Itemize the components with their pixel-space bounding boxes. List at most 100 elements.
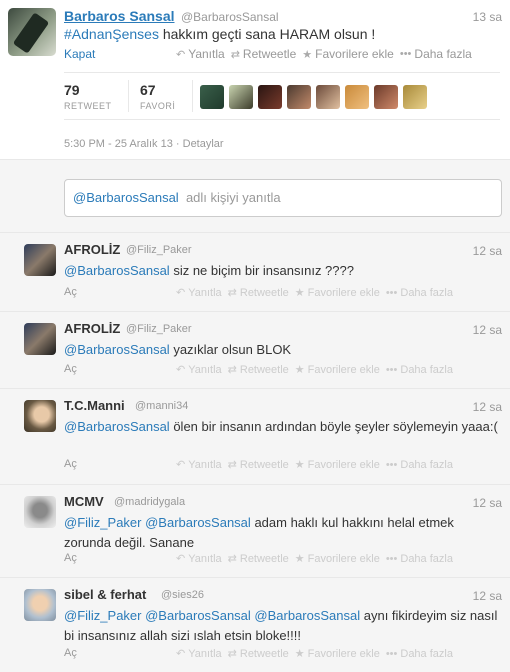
expand-link[interactable]: Aç xyxy=(64,458,77,470)
reply-icon: ↶ xyxy=(176,553,186,565)
retweet-icon: ⇄ xyxy=(227,648,237,660)
divider xyxy=(64,72,500,73)
favorite-button[interactable]: ★ Favorilere ekle xyxy=(295,552,380,566)
favorite-button[interactable]: ★ Favorilere ekle xyxy=(302,47,394,61)
more-button[interactable]: ••• Daha fazla xyxy=(386,647,453,660)
reply-icon: ↶ xyxy=(176,459,186,471)
mention-link[interactable]: @Filiz_Paker @BarbarosSansal @BarbarosSa… xyxy=(64,608,360,623)
favorite-button[interactable]: ★ Favorilere ekle xyxy=(295,286,380,300)
avatar[interactable] xyxy=(229,85,253,109)
avatar[interactable] xyxy=(345,85,369,109)
retweet-button[interactable]: ⇄ Retweetle xyxy=(227,647,289,661)
mention-link[interactable]: @Filiz_Paker @BarbarosSansal xyxy=(64,515,251,530)
details-link[interactable]: Detaylar xyxy=(183,138,224,150)
more-button[interactable]: ••• Daha fazla xyxy=(386,552,453,565)
favorite-button[interactable]: ★ Favorilere ekle xyxy=(295,458,380,472)
retweet-icon: ⇄ xyxy=(227,287,237,299)
expand-link[interactable]: Aç xyxy=(64,363,77,375)
reply-button[interactable]: ↶ Yanıtla xyxy=(176,286,222,300)
reply-button[interactable]: ↶ Yanıtla xyxy=(176,47,225,61)
reply-tweet: AFROLİZ @Filiz_Paker 12 sa @BarbarosSans… xyxy=(0,234,510,312)
reply-button[interactable]: ↶ Yanıtla xyxy=(176,363,222,377)
author-name[interactable]: MCMV xyxy=(64,494,104,509)
more-button[interactable]: ••• Daha fazla xyxy=(386,458,453,471)
retweet-icon: ⇄ xyxy=(230,48,240,61)
retweet-button[interactable]: ⇄ Retweetle xyxy=(227,458,289,472)
expand-link[interactable]: Aç xyxy=(64,286,77,298)
tweet-date: 5:30 PM - 25 Aralık 13 · Detaylar xyxy=(64,138,224,150)
more-icon: ••• xyxy=(385,647,398,660)
reply-tweet: AFROLİZ @Filiz_Paker 12 sa @BarbarosSans… xyxy=(0,313,510,389)
favorite-button[interactable]: ★ Favorilere ekle xyxy=(294,647,380,661)
author-handle[interactable]: @BarbarosSansal xyxy=(181,10,279,24)
expand-link[interactable]: Aç xyxy=(64,552,77,564)
author-handle[interactable]: @Filiz_Paker xyxy=(126,244,192,256)
avatar[interactable] xyxy=(258,85,282,109)
tweet-timestamp[interactable]: 12 sa xyxy=(473,589,502,603)
tweet-actions: ↶ Yanıtla ⇄ Retweetle ★ Favorilere ekle •••… xyxy=(176,286,453,300)
tweet-timestamp[interactable]: 12 sa xyxy=(473,496,502,510)
author-name[interactable]: AFROLİZ xyxy=(64,321,120,336)
retweet-stat[interactable]: 79 RETWEET xyxy=(64,82,112,111)
retweet-button[interactable]: ⇄ Retweetle xyxy=(231,47,297,61)
avatar[interactable] xyxy=(316,85,340,109)
mention-link[interactable]: @BarbarosSansal xyxy=(64,419,170,434)
retweet-button[interactable]: ⇄ Retweetle xyxy=(228,552,289,566)
tweet-actions: ↶ Yanıtla ⇄ Retweetle ★ Favorilere ekle •••… xyxy=(176,552,453,566)
favorite-label: FAVORİ xyxy=(140,101,176,111)
author-handle[interactable]: @madridygala xyxy=(114,496,185,508)
author-name[interactable]: sibel & ferhat xyxy=(64,587,146,602)
favorite-button[interactable]: ★ Favorilere ekle xyxy=(295,363,380,377)
reply-mention: @BarbarosSansal xyxy=(73,190,179,205)
retweet-icon: ⇄ xyxy=(227,459,237,471)
retweet-count: 79 xyxy=(64,82,80,98)
more-button[interactable]: ••• Daha fazla xyxy=(386,363,453,376)
tweet-timestamp[interactable]: 12 sa xyxy=(473,244,502,258)
retweet-button[interactable]: ⇄ Retweetle xyxy=(228,363,289,377)
collapse-link[interactable]: Kapat xyxy=(64,47,95,61)
more-icon: ••• xyxy=(385,458,398,471)
tweet-actions: ↶ Yanıtla ⇄ Retweetle ★ Favorilere ekle •••… xyxy=(176,458,453,472)
retweet-button[interactable]: ⇄ Retweetle xyxy=(227,286,289,300)
mention-link[interactable]: @BarbarosSansal xyxy=(64,263,170,278)
author-name[interactable]: T.C.Manni xyxy=(64,398,125,413)
tweet-text: @Filiz_Paker @BarbarosSansal adam haklı … xyxy=(64,515,454,550)
tweet-timestamp[interactable]: 12 sa xyxy=(473,323,502,337)
avatar[interactable] xyxy=(374,85,398,109)
hashtag-link[interactable]: #AdnanŞenses xyxy=(64,26,159,42)
tweet-timestamp[interactable]: 13 sa xyxy=(473,10,502,24)
star-icon: ★ xyxy=(294,648,305,660)
avatar[interactable] xyxy=(24,496,56,528)
reply-icon: ↶ xyxy=(176,648,186,660)
mention-link[interactable]: @BarbarosSansal xyxy=(64,342,170,357)
reply-input[interactable]: @BarbarosSansal adlı kişiyi yanıtla xyxy=(64,179,502,217)
author-name-link[interactable]: Barbaros Sansal xyxy=(64,8,175,24)
more-button[interactable]: ••• Daha fazla xyxy=(386,286,453,299)
more-icon: ••• xyxy=(399,48,412,60)
reply-button[interactable]: ↶ Yanıtla xyxy=(176,458,222,472)
author-handle[interactable]: @sies26 xyxy=(161,589,204,601)
expand-link[interactable]: Aç xyxy=(64,647,77,659)
reply-area: @BarbarosSansal adlı kişiyi yanıtla xyxy=(0,161,510,233)
tweet-text: @BarbarosSansal siz ne biçim bir insansı… xyxy=(64,263,354,278)
tweet-timestamp[interactable]: 12 sa xyxy=(473,400,502,414)
more-button[interactable]: ••• Daha fazla xyxy=(400,47,472,61)
avatar[interactable] xyxy=(403,85,427,109)
author-handle[interactable]: @Filiz_Paker xyxy=(126,323,192,335)
avatar[interactable] xyxy=(8,8,56,56)
tweet-actions: ↶ Yanıtla ⇄ Retweetle ★ Favorilere ekle •••… xyxy=(176,647,453,661)
avatar[interactable] xyxy=(24,244,56,276)
avatar[interactable] xyxy=(24,400,56,432)
favorite-stat[interactable]: 67 FAVORİ xyxy=(140,82,175,111)
tweet-body: hakkım geçti sana HARAM olsun ! xyxy=(162,26,376,42)
reply-tweet: sibel & ferhat @sies26 12 sa @Filiz_Pake… xyxy=(0,579,510,672)
author-name[interactable]: AFROLİZ xyxy=(64,242,120,257)
retweet-label: RETWEET xyxy=(64,101,112,111)
avatar[interactable] xyxy=(200,85,224,109)
avatar[interactable] xyxy=(24,589,56,621)
avatar[interactable] xyxy=(24,323,56,355)
reply-button[interactable]: ↶ Yanıtla xyxy=(176,552,222,566)
author-handle[interactable]: @manni34 xyxy=(135,400,188,412)
reply-button[interactable]: ↶ Yanıtla xyxy=(176,647,222,661)
avatar[interactable] xyxy=(287,85,311,109)
